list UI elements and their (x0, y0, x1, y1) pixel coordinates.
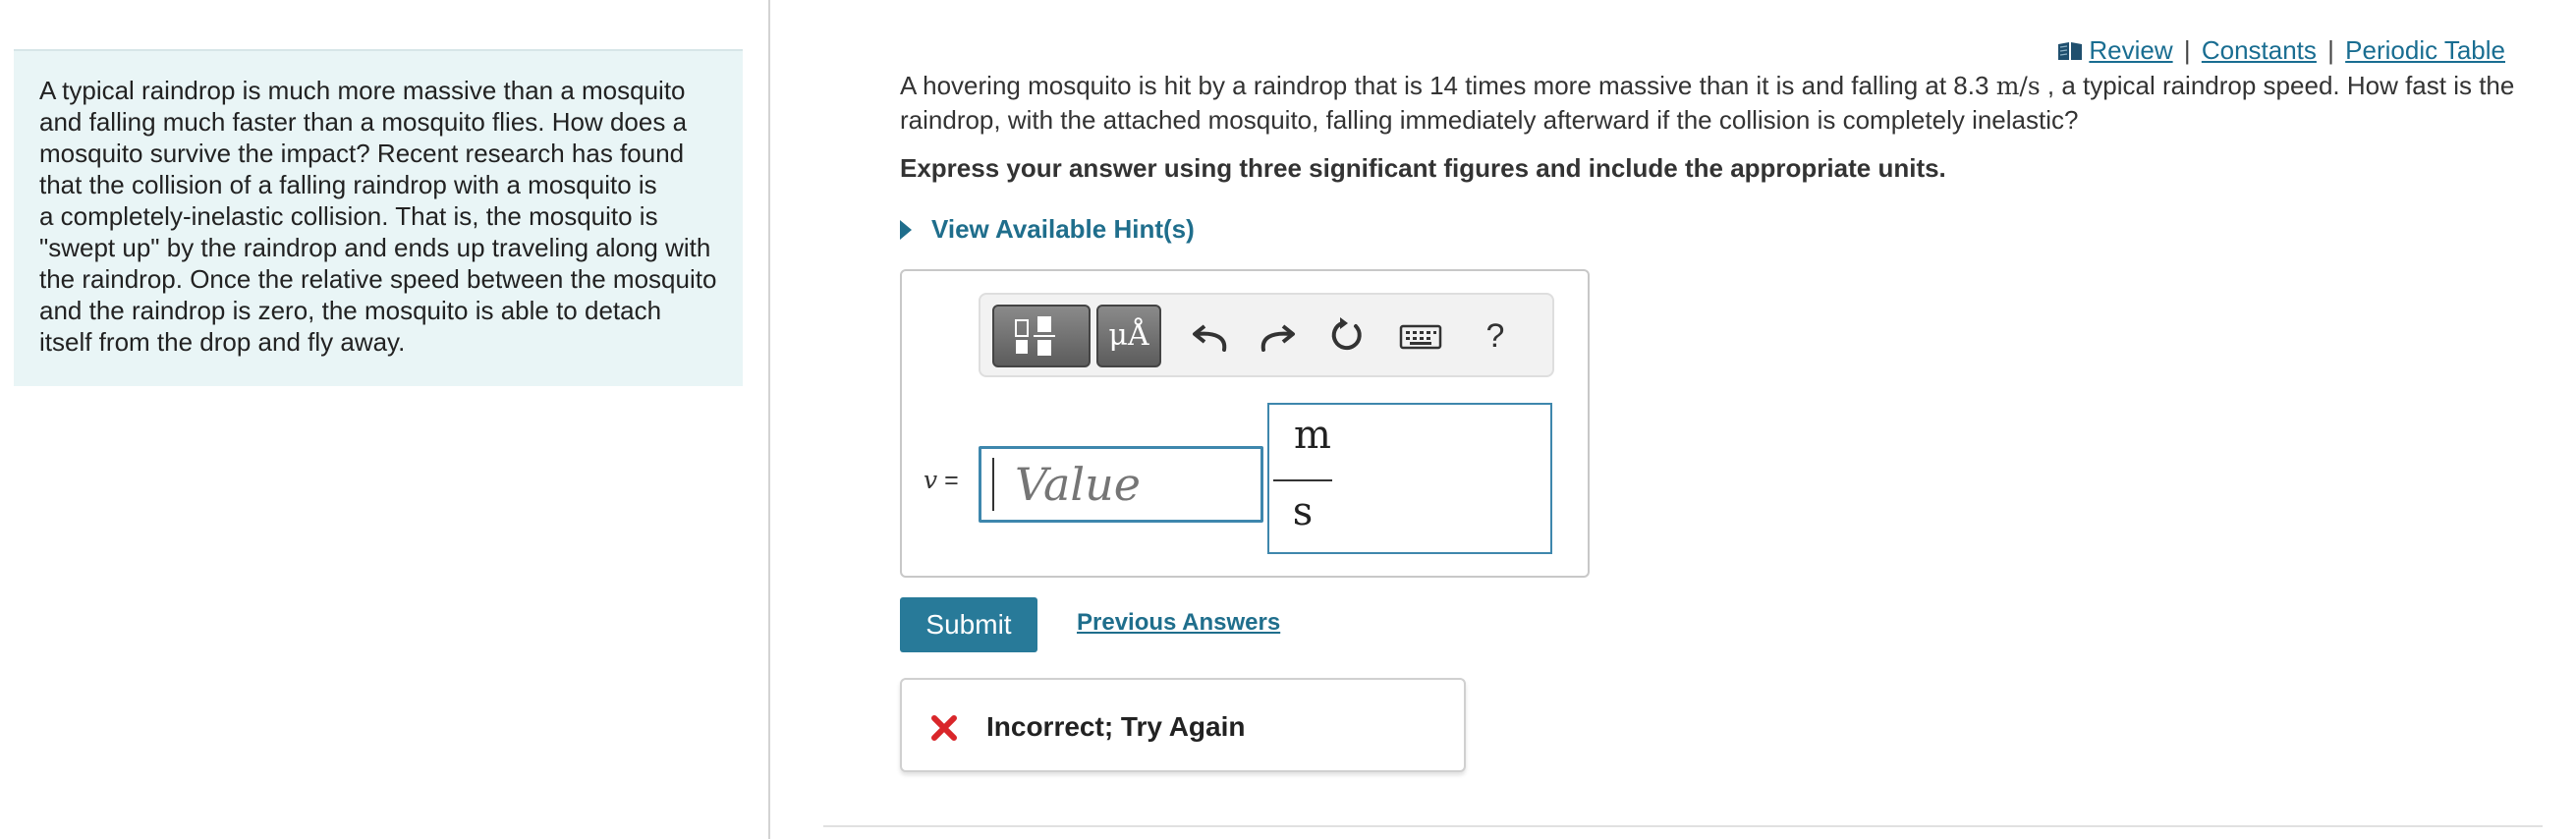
link-separator: | (2183, 35, 2191, 65)
intro-panel: A typical raindrop is much more massive … (14, 49, 743, 386)
constants-link[interactable]: Constants (2202, 35, 2317, 65)
fraction-bar (1273, 479, 1332, 481)
intro-line: that the collision of a falling raindrop… (39, 170, 657, 199)
submit-button[interactable]: Submit (900, 597, 1037, 652)
variable-symbol: v (924, 466, 938, 494)
intro-line: mosquito survive the impact? Recent rese… (39, 139, 685, 168)
horizontal-divider (823, 825, 2543, 827)
intro-line: the raindrop. Once the relative speed be… (39, 264, 717, 294)
templates-icon (1015, 316, 1055, 356)
resource-links: Review | Constants | Periodic Table (2057, 35, 2505, 68)
link-separator: | (2327, 35, 2334, 65)
equals-sign: = (944, 467, 959, 494)
hint-label: View Available Hint(s) (931, 214, 1195, 244)
text-cursor (992, 458, 994, 511)
intro-line: and falling much faster than a mosquito … (39, 107, 688, 137)
unit-numerator: m (1294, 413, 1331, 458)
book-icon (2057, 37, 2083, 68)
unit-denominator: s (1292, 489, 1314, 534)
templates-button[interactable] (992, 305, 1091, 367)
instruction-text: Express your answer using three signific… (900, 153, 1946, 183)
intro-line: and the raindrop is zero, the mosquito i… (39, 296, 662, 325)
intro-line: "swept up" by the raindrop and ends up t… (39, 233, 711, 262)
redo-icon[interactable] (1252, 312, 1299, 360)
intro-line: a completely-inelastic collision. That i… (39, 201, 658, 231)
reset-icon[interactable] (1322, 312, 1370, 360)
view-hints-toggle[interactable]: View Available Hint(s) (900, 214, 1195, 245)
vertical-divider (768, 0, 770, 839)
keyboard-icon[interactable] (1397, 312, 1444, 360)
periodic-table-link[interactable]: Periodic Table (2345, 35, 2505, 65)
value-input[interactable] (979, 446, 1263, 523)
variable-label: v = (924, 466, 959, 495)
units-field[interactable]: m s (1267, 403, 1552, 554)
feedback-box: Incorrect; Try Again (900, 678, 1466, 772)
feedback-message: Incorrect; Try Again (986, 711, 1246, 742)
incorrect-x-icon (931, 715, 957, 741)
review-link[interactable]: Review (2089, 35, 2172, 65)
units-button[interactable]: μÅ (1096, 305, 1161, 367)
math-toolbar: μÅ ? (979, 293, 1554, 377)
intro-line: itself from the drop and fly away. (39, 327, 406, 357)
intro-line: A typical raindrop is much more massive … (39, 76, 686, 105)
question-text: A hovering mosquito is hit by a raindrop… (900, 69, 2550, 137)
caret-right-icon (900, 220, 912, 240)
speed-unit: m/s (1995, 72, 2041, 100)
help-icon[interactable]: ? (1472, 312, 1519, 360)
undo-icon[interactable] (1189, 312, 1236, 360)
question-part1: A hovering mosquito is hit by a raindrop… (900, 71, 1989, 100)
previous-answers-link[interactable]: Previous Answers (1077, 609, 1280, 637)
answer-box: μÅ ? v = m s (900, 269, 1590, 578)
